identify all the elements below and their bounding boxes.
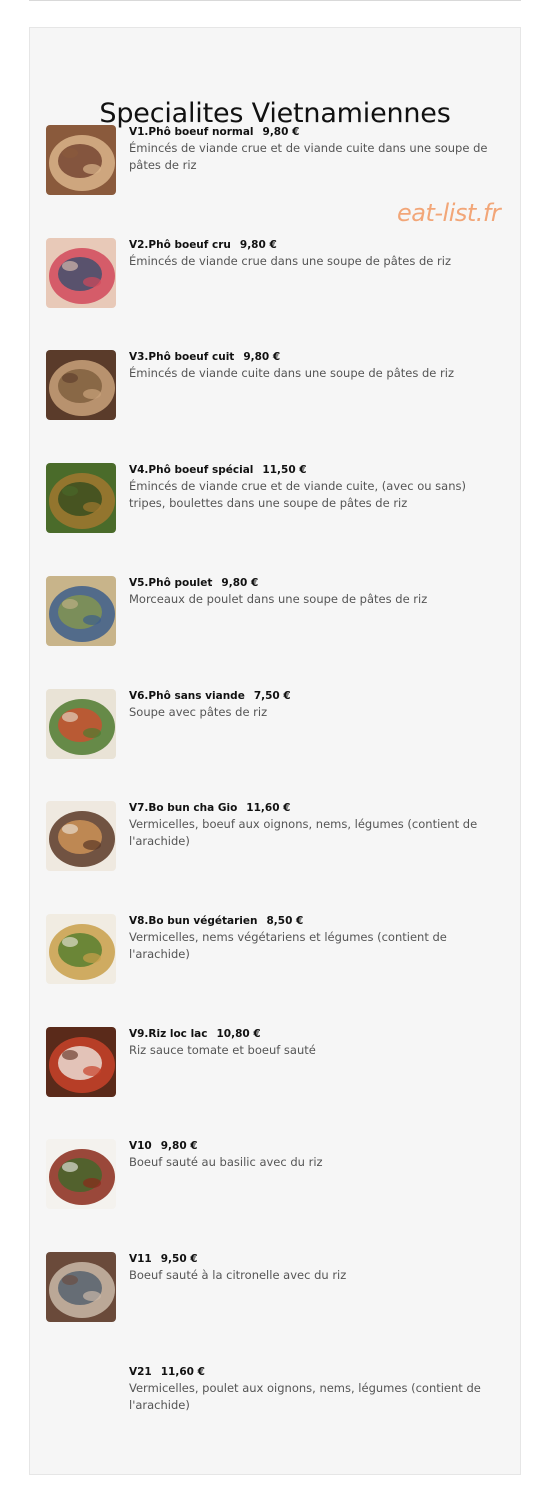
menu-item-text: V8.Bo bun végétarien 8,50 € Vermicelles, n… xyxy=(129,914,499,963)
menu-item-description: Morceaux de poulet dans une soupe de pât… xyxy=(129,592,428,606)
menu-item-header: V5.Phô poulet 9,80 € xyxy=(129,576,499,590)
menu-item-description: Émincés de viande crue dans une soupe de… xyxy=(129,254,451,268)
menu-item-price: 11,60 € xyxy=(246,802,291,814)
menu-item: V5.Phô poulet 9,80 € Morceaux de poulet da… xyxy=(46,576,496,676)
top-divider xyxy=(29,0,521,1)
menu-item-name: V8.Bo bun végétarien xyxy=(129,915,258,927)
menu-item-header: V2.Phô boeuf cru 9,80 € xyxy=(129,238,499,252)
menu-item-header: V6.Phô sans viande 7,50 € xyxy=(129,689,499,703)
menu-item-text: V1.Phô boeuf normal 9,80 € Émincés de vian… xyxy=(129,125,499,174)
menu-item-name: V21 xyxy=(129,1366,152,1378)
menu-item: V10 9,80 € Boeuf sauté au basilic avec du … xyxy=(46,1139,496,1239)
menu-item-price: 9,80 € xyxy=(221,577,259,589)
pho-raw-beef-photo xyxy=(46,238,116,308)
menu-item-description: Boeuf sauté à la citronelle avec du riz xyxy=(129,1268,347,1282)
pho-special-photo xyxy=(46,463,116,533)
menu-item-text: V11 9,50 € Boeuf sauté à la citronelle ave… xyxy=(129,1252,499,1284)
menu-item-header: V4.Phô boeuf spécial 11,50 € xyxy=(129,463,499,477)
menu-item: V3.Phô boeuf cuit 9,80 € Émincés de viande… xyxy=(46,350,496,450)
bo-bun-photo xyxy=(46,801,116,871)
menu-item: V8.Bo bun végétarien 8,50 € Vermicelles, n… xyxy=(46,914,496,1014)
menu-item-name: V7.Bo bun cha Gio xyxy=(129,802,238,814)
menu-item-price: 11,60 € xyxy=(160,1366,205,1378)
menu-item: V21 11,60 € Vermicelles, poulet aux oignon… xyxy=(46,1365,496,1465)
menu-item-name: V5.Phô poulet xyxy=(129,577,213,589)
menu-item-header: V8.Bo bun végétarien 8,50 € xyxy=(129,914,499,928)
menu-item: V11 9,50 € Boeuf sauté à la citronelle ave… xyxy=(46,1252,496,1352)
menu-item-name: V1.Phô boeuf normal xyxy=(129,126,254,138)
menu-item-description: Soupe avec pâtes de riz xyxy=(129,705,268,719)
menu-item-price: 10,80 € xyxy=(216,1028,261,1040)
pho-chicken-photo xyxy=(46,576,116,646)
beef-basil-photo xyxy=(46,1139,116,1209)
menu-item: V2.Phô boeuf cru 9,80 € Émincés de viande … xyxy=(46,238,496,338)
menu-item-text: V9.Riz loc lac 10,80 € Riz sauce tomate et… xyxy=(129,1027,499,1059)
menu-item-text: V2.Phô boeuf cru 9,80 € Émincés de viande … xyxy=(129,238,499,270)
pho-beef-photo xyxy=(46,125,116,195)
menu-item-header: V1.Phô boeuf normal 9,80 € xyxy=(129,125,499,139)
menu-item-price: 9,80 € xyxy=(239,239,277,251)
menu-item: V6.Phô sans viande 7,50 € Soupe avec pâtes… xyxy=(46,689,496,789)
menu-item: V7.Bo bun cha Gio 11,60 € Vermicelles, boe… xyxy=(46,801,496,901)
menu-item-name: V4.Phô boeuf spécial xyxy=(129,464,254,476)
menu-item-price: 11,50 € xyxy=(262,464,307,476)
menu-item-description: Boeuf sauté au basilic avec du riz xyxy=(129,1155,323,1169)
menu-item-price: 9,80 € xyxy=(160,1140,198,1152)
menu-item-header: V10 9,80 € xyxy=(129,1139,499,1153)
menu-item-price: 7,50 € xyxy=(253,690,291,702)
pho-cooked-beef-photo xyxy=(46,350,116,420)
menu-item-description: Émincés de viande crue et de viande cuit… xyxy=(129,479,466,510)
beef-lemongrass-photo xyxy=(46,1252,116,1322)
menu-item-text: V10 9,80 € Boeuf sauté au basilic avec du … xyxy=(129,1139,499,1171)
menu-item-description: Riz sauce tomate et boeuf sauté xyxy=(129,1043,316,1057)
menu-item-name: V11 xyxy=(129,1253,152,1265)
menu-item-header: V3.Phô boeuf cuit 9,80 € xyxy=(129,350,499,364)
menu-item-name: V3.Phô boeuf cuit xyxy=(129,351,235,363)
bo-bun-vegetarian-photo xyxy=(46,914,116,984)
pho-vegetarian-photo xyxy=(46,689,116,759)
menu-item-name: V6.Phô sans viande xyxy=(129,690,245,702)
menu-item-price: 9,80 € xyxy=(262,126,300,138)
menu-item: V9.Riz loc lac 10,80 € Riz sauce tomate et… xyxy=(46,1027,496,1127)
menu-item-description: Vermicelles, boeuf aux oignons, nems, lé… xyxy=(129,817,478,848)
menu-item-price: 9,50 € xyxy=(160,1253,198,1265)
menu-item-description: Émincés de viande cuite dans une soupe d… xyxy=(129,366,454,380)
menu-item-description: Émincés de viande crue et de viande cuit… xyxy=(129,141,488,172)
menu-item-price: 9,80 € xyxy=(243,351,281,363)
menu-item-name: V10 xyxy=(129,1140,152,1152)
menu-item-name: V2.Phô boeuf cru xyxy=(129,239,231,251)
menu-item-price: 8,50 € xyxy=(266,915,304,927)
menu-item-description: Vermicelles, nems végétariens et légumes… xyxy=(129,930,447,961)
menu-item-text: V3.Phô boeuf cuit 9,80 € Émincés de viande… xyxy=(129,350,499,382)
menu-item-text: V21 11,60 € Vermicelles, poulet aux oignon… xyxy=(129,1365,499,1414)
menu-item-header: V21 11,60 € xyxy=(129,1365,499,1379)
riz-loc-lac-photo xyxy=(46,1027,116,1097)
menu-item: V4.Phô boeuf spécial 11,50 € Émincés de vi… xyxy=(46,463,496,563)
menu-item-text: V7.Bo bun cha Gio 11,60 € Vermicelles, boe… xyxy=(129,801,499,850)
menu-item-header: V11 9,50 € xyxy=(129,1252,499,1266)
menu-item-header: V9.Riz loc lac 10,80 € xyxy=(129,1027,499,1041)
menu-item-header: V7.Bo bun cha Gio 11,60 € xyxy=(129,801,499,815)
menu-item-text: V4.Phô boeuf spécial 11,50 € Émincés de vi… xyxy=(129,463,499,512)
menu-item-text: V6.Phô sans viande 7,50 € Soupe avec pâtes… xyxy=(129,689,499,721)
menu-item-name: V9.Riz loc lac xyxy=(129,1028,208,1040)
menu-item: V1.Phô boeuf normal 9,80 € Émincés de vian… xyxy=(46,125,496,225)
menu-item-description: Vermicelles, poulet aux oignons, nems, l… xyxy=(129,1381,481,1412)
menu-item-text: V5.Phô poulet 9,80 € Morceaux de poulet da… xyxy=(129,576,499,608)
